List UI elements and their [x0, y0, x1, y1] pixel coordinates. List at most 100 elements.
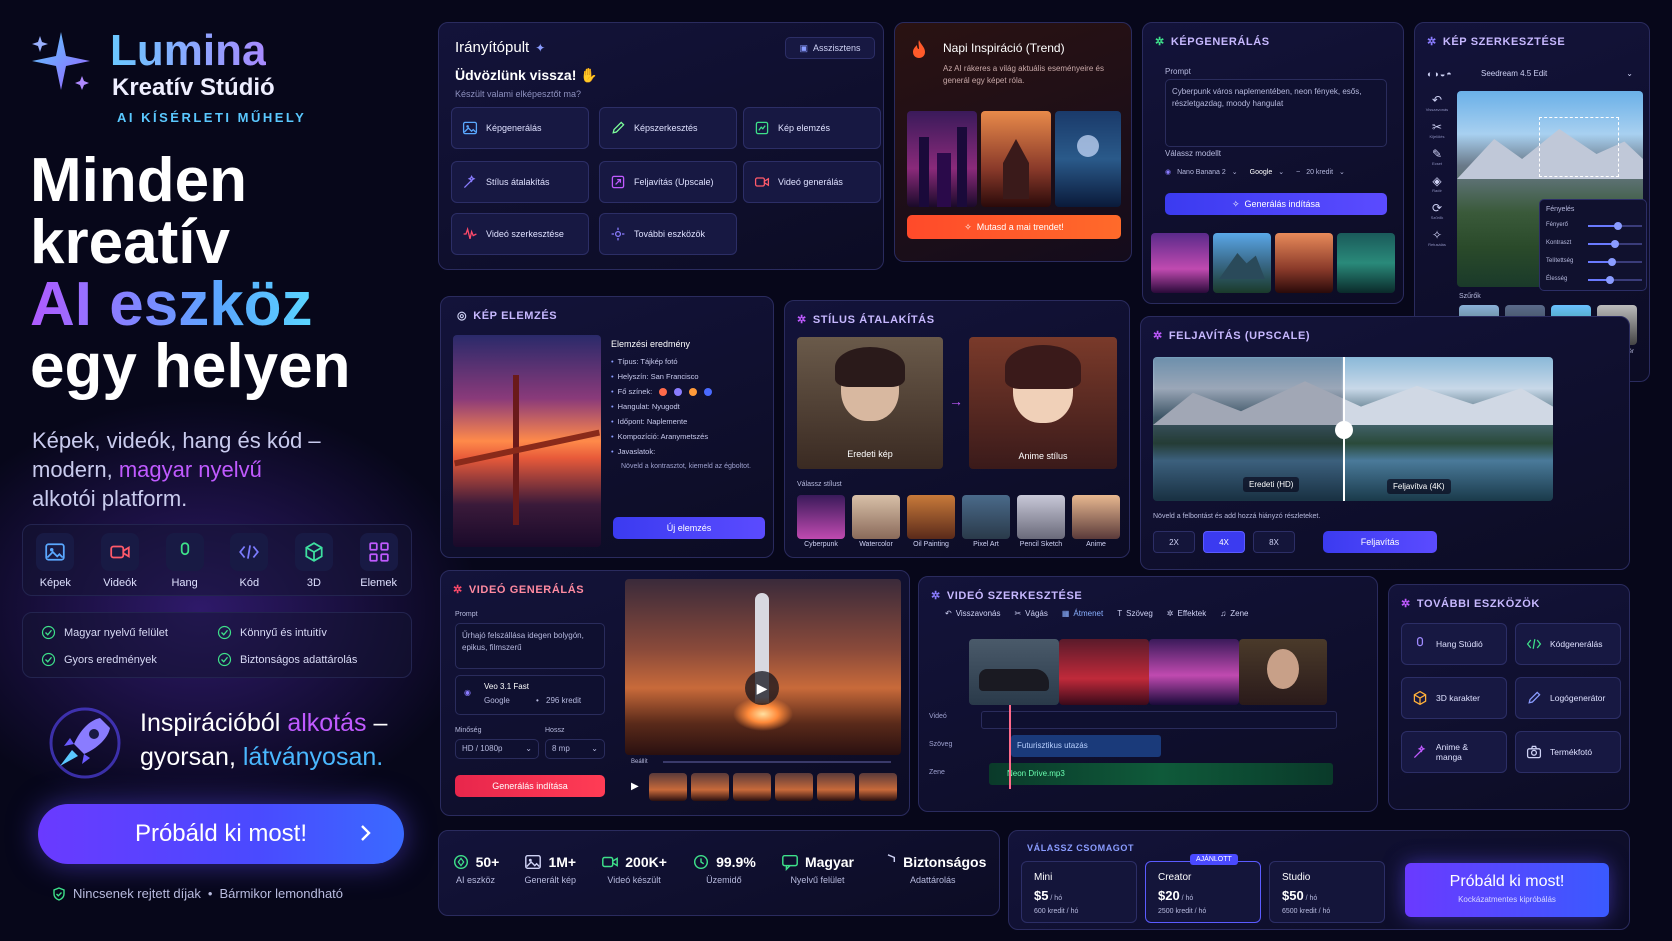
video-tool-5[interactable]: ♫ Zene [1220, 609, 1248, 618]
chevron-down-icon: ⌄ [525, 744, 532, 753]
plan-card-2[interactable]: Studio $50 / hó 6500 kredit / hó [1269, 861, 1385, 923]
scale-option-2[interactable]: 8X [1253, 531, 1295, 553]
style-option-5[interactable] [1072, 495, 1120, 539]
plan-card-0[interactable]: Mini $5 / hó 600 kredit / hó [1021, 861, 1137, 923]
style-option-2[interactable] [907, 495, 955, 539]
result-image-1[interactable] [1151, 233, 1209, 293]
style-option-0[interactable] [797, 495, 845, 539]
trend-image-3[interactable] [1055, 111, 1121, 207]
generate-video-button[interactable]: Generálás indítása [455, 775, 605, 797]
video-frame-3[interactable] [775, 773, 813, 801]
tool-tile-6[interactable]: Videó szerkesztése [451, 213, 589, 255]
clip-1[interactable] [969, 639, 1059, 705]
model-select[interactable]: ◉ Nano Banana 2 ⌄ Google ⌄ ~20 kredit ⌄ [1165, 163, 1387, 181]
style-anime-image[interactable] [969, 337, 1117, 469]
show-trend-button[interactable]: ✧ Mutasd a mai trendet! [907, 215, 1121, 239]
slider-knob[interactable] [1608, 258, 1617, 266]
generate-image-button[interactable]: ✧ Generálás indítása [1165, 193, 1387, 215]
tool-tile-1[interactable]: Képszerkesztés [599, 107, 737, 149]
assistant-button[interactable]: ▣ Asszisztens [785, 37, 875, 59]
plan-card-1[interactable]: Creator $20 / hó 2500 kredit / hó AJÁNLOTT [1145, 854, 1261, 923]
video-tool-0[interactable]: ↶ Visszavonás [945, 609, 1000, 618]
tool-tile-7[interactable]: További eszközök [599, 213, 737, 255]
video-frame-2[interactable] [733, 773, 771, 801]
category-grid[interactable]: Elemek [353, 533, 405, 589]
slider-knob[interactable] [1611, 240, 1619, 248]
edit-tool-4[interactable]: ⟳ Szűrők [1419, 201, 1455, 220]
slider-track[interactable] [1588, 258, 1642, 266]
video-frame-5[interactable] [859, 773, 897, 801]
scale-option-1[interactable]: 4X [1203, 531, 1245, 553]
music-clip[interactable]: Neon Drive.mp3 [989, 763, 1333, 785]
video-frame-0[interactable] [649, 773, 687, 801]
result-image-4[interactable] [1337, 233, 1395, 293]
upscale-compare-image[interactable] [1153, 357, 1553, 501]
tool-tile-3[interactable]: Stílus átalakítás [451, 161, 589, 203]
more-tool-5[interactable]: Termékfotó [1515, 731, 1621, 773]
more-tool-1[interactable]: Kódgenerálás [1515, 623, 1621, 665]
play-icon[interactable]: ▶ [631, 781, 639, 792]
slider-track[interactable] [1588, 276, 1642, 284]
more-tool-2[interactable]: 3D karakter [1401, 677, 1507, 719]
category-video[interactable]: Videók [94, 533, 146, 589]
style-option-4[interactable] [1017, 495, 1065, 539]
edit-tool-3[interactable]: ◈ Radír [1419, 174, 1455, 193]
category-mic[interactable]: Hang [159, 533, 211, 589]
quality-select[interactable]: HD / 1080p ⌄ [455, 739, 539, 759]
length-select[interactable]: 8 mp ⌄ [545, 739, 605, 759]
upscale-button[interactable]: Feljavítás [1323, 531, 1437, 553]
trend-image-2[interactable] [981, 111, 1051, 207]
edit-tool-1[interactable]: ✂ Kijelölés [1419, 120, 1455, 139]
clip-2[interactable] [1059, 639, 1149, 705]
video-preview[interactable]: ▶ [625, 579, 901, 755]
edit-tool-5[interactable]: ✧ Retusálás [1419, 228, 1455, 247]
video-frame-4[interactable] [817, 773, 855, 801]
pricing-cta-button[interactable]: Próbáld ki most! Kockázatmentes kipróbál… [1405, 863, 1609, 917]
more-tool-0[interactable]: Hang Stúdió [1401, 623, 1507, 665]
timeline-bar[interactable] [663, 761, 891, 763]
analysis-item: • Helyszín: San Francisco [611, 372, 761, 381]
video-tool-2[interactable]: ▦ Átmenet [1062, 609, 1103, 618]
slider-track[interactable] [1588, 240, 1642, 248]
more-tool-3[interactable]: Logógenerátor [1515, 677, 1621, 719]
video-frame-1[interactable] [691, 773, 729, 801]
edit-tool-2[interactable]: ✎ Ecset [1419, 147, 1455, 166]
tool-tile-5[interactable]: Videó generálás [743, 161, 881, 203]
text-clip[interactable]: Futurisztikus utazás [1011, 735, 1161, 757]
try-now-button[interactable]: Próbáld ki most! [38, 804, 404, 864]
style-option-1[interactable] [852, 495, 900, 539]
check-icon [41, 652, 56, 667]
play-button[interactable]: ▶ [745, 671, 779, 705]
video-tool-3[interactable]: T Szöveg [1117, 609, 1153, 618]
category-code[interactable]: Kód [223, 533, 275, 589]
brand-logo [28, 28, 94, 94]
more-tool-4[interactable]: Anime & manga [1401, 731, 1507, 773]
edit-model-select[interactable]: Seedream 4.5 Edit ⌄ [1475, 65, 1639, 81]
tool-tile-2[interactable]: Kép elemzés [743, 107, 881, 149]
new-analysis-button[interactable]: Új elemzés [613, 517, 765, 539]
clip-3[interactable] [1149, 639, 1239, 705]
clip-4[interactable] [1239, 639, 1327, 705]
video-tool-1[interactable]: ✂ Vágás [1014, 609, 1047, 618]
result-image-3[interactable] [1275, 233, 1333, 293]
playhead[interactable] [1009, 705, 1011, 789]
analysis-image[interactable] [453, 335, 601, 547]
edit-tool-0[interactable]: ↶ Visszavonás [1419, 93, 1455, 112]
slider-knob[interactable] [1613, 222, 1622, 230]
tool-tile-4[interactable]: Feljavítás (Upscale) [599, 161, 737, 203]
result-image-2[interactable] [1213, 233, 1271, 293]
style-option-3[interactable] [962, 495, 1010, 539]
trend-image-1[interactable] [907, 111, 977, 207]
slider-knob[interactable] [1605, 276, 1614, 284]
video-track[interactable] [981, 711, 1337, 729]
video-model-select[interactable]: ◉ Veo 3.1 Fast Google • 296 kredit [455, 675, 605, 715]
category-image[interactable]: Képek [29, 533, 81, 589]
tool-tile-0[interactable]: Képgenerálás [451, 107, 589, 149]
slider-track[interactable] [1588, 222, 1642, 230]
video-tool-label: Vágás [1025, 609, 1048, 618]
prompt-textarea[interactable]: Cyberpunk város naplementében, neon fény… [1165, 79, 1387, 147]
video-tool-4[interactable]: ✲ Effektek [1167, 609, 1206, 618]
scale-option-0[interactable]: 2X [1153, 531, 1195, 553]
category-cube[interactable]: 3D [288, 533, 340, 589]
video-prompt-textarea[interactable]: Űrhajó felszállása idegen bolygón, epiku… [455, 623, 605, 669]
